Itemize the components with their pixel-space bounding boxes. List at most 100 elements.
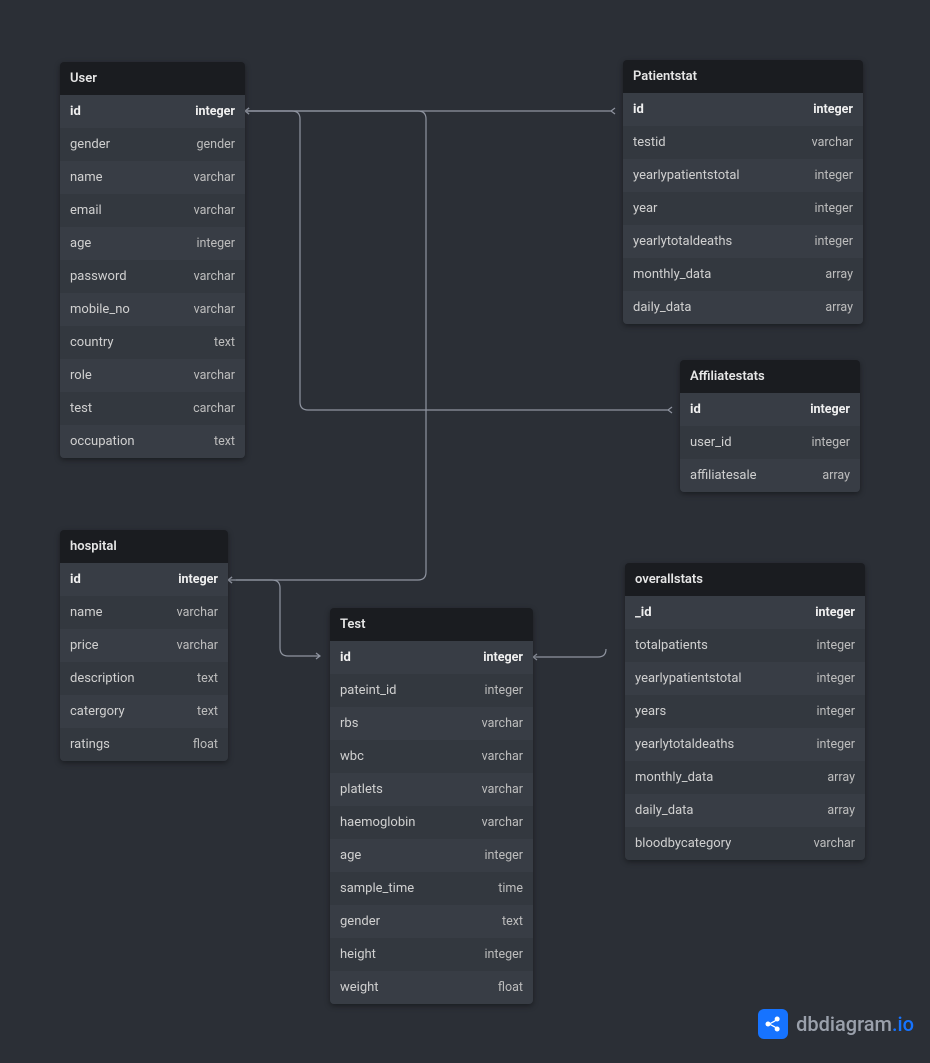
table-row[interactable]: pateint_idinteger xyxy=(330,674,533,707)
table-header[interactable]: Affiliatestats xyxy=(680,360,860,393)
table-row[interactable]: rbsvarchar xyxy=(330,707,533,740)
table-row[interactable]: monthly_dataarray xyxy=(625,761,865,794)
table-row[interactable]: affiliatesalearray xyxy=(680,459,860,492)
table-row[interactable]: ratingsfloat xyxy=(60,728,228,761)
table-row[interactable]: namevarchar xyxy=(60,161,245,194)
dbdiagram-watermark: dbdiagram.io xyxy=(758,1009,914,1039)
table-row[interactable]: passwordvarchar xyxy=(60,260,245,293)
column-name: occupation xyxy=(70,434,214,449)
column-name: rbs xyxy=(340,716,482,731)
table-row[interactable]: emailvarchar xyxy=(60,194,245,227)
column-type: text xyxy=(214,335,235,350)
table-row[interactable]: mobile_novarchar xyxy=(60,293,245,326)
table-hospital[interactable]: hospitalidintegernamevarcharpricevarchar… xyxy=(60,530,228,761)
column-name: yearlytotaldeaths xyxy=(635,737,816,752)
relation-user-to-test-and-hospital xyxy=(228,108,426,583)
column-name: description xyxy=(70,671,197,686)
table-row[interactable]: ageinteger xyxy=(60,227,245,260)
table-row[interactable]: sample_timetime xyxy=(330,872,533,905)
table-header[interactable]: Patientstat xyxy=(623,60,863,93)
table-overallstats[interactable]: overallstats_idintegertotalpatientsinteg… xyxy=(625,563,865,860)
table-row[interactable]: yearlytotaldeathsinteger xyxy=(623,225,863,258)
column-type: integer xyxy=(196,236,235,251)
table-row[interactable]: testcarchar xyxy=(60,392,245,425)
table-row[interactable]: gendergender xyxy=(60,128,245,161)
column-type: integer xyxy=(178,572,218,587)
table-row[interactable]: yearlytotaldeathsinteger xyxy=(625,728,865,761)
table-header[interactable]: Test xyxy=(330,608,533,641)
table-row[interactable]: yearsinteger xyxy=(625,695,865,728)
table-row[interactable]: user_idinteger xyxy=(680,426,860,459)
column-name: haemoglobin xyxy=(340,815,482,830)
table-row[interactable]: idinteger xyxy=(60,563,228,596)
column-type: varchar xyxy=(812,135,853,150)
table-row[interactable]: descriptiontext xyxy=(60,662,228,695)
share-icon xyxy=(758,1009,788,1039)
column-type: varchar xyxy=(177,605,218,620)
table-row[interactable]: bloodbycategoryvarchar xyxy=(625,827,865,860)
column-type: float xyxy=(498,980,523,995)
table-row[interactable]: yearlypatientstotalinteger xyxy=(623,159,863,192)
table-row[interactable]: yearlypatientstotalinteger xyxy=(625,662,865,695)
table-row[interactable]: daily_dataarray xyxy=(625,794,865,827)
column-name: price xyxy=(70,638,177,653)
table-row[interactable]: ageinteger xyxy=(330,839,533,872)
table-row[interactable]: haemoglobinvarchar xyxy=(330,806,533,839)
table-row[interactable]: _idinteger xyxy=(625,596,865,629)
table-row[interactable]: wbcvarchar xyxy=(330,740,533,773)
table-row[interactable]: idinteger xyxy=(60,95,245,128)
table-user[interactable]: Useridintegergendergendernamevarcharemai… xyxy=(60,62,245,458)
table-row[interactable]: occupationtext xyxy=(60,425,245,458)
table-row[interactable]: yearinteger xyxy=(623,192,863,225)
column-name: gender xyxy=(70,137,197,152)
table-row[interactable]: countrytext xyxy=(60,326,245,359)
table-row[interactable]: catergorytext xyxy=(60,695,228,728)
column-type: integer xyxy=(816,704,855,719)
column-type: text xyxy=(214,434,235,449)
table-patientstat[interactable]: Patientstatidintegertestidvarcharyearlyp… xyxy=(623,60,863,324)
table-test[interactable]: Testidintegerpateint_idintegerrbsvarchar… xyxy=(330,608,533,1004)
table-body: _idintegertotalpatientsintegeryearlypati… xyxy=(625,596,865,860)
table-affiliatestats[interactable]: Affiliatestatsidintegeruser_idintegeraff… xyxy=(680,360,860,492)
table-row[interactable]: totalpatientsinteger xyxy=(625,629,865,662)
table-header[interactable]: overallstats xyxy=(625,563,865,596)
table-row[interactable]: pricevarchar xyxy=(60,629,228,662)
table-row[interactable]: monthly_dataarray xyxy=(623,258,863,291)
column-name: catergory xyxy=(70,704,197,719)
brand-io: .io xyxy=(892,1012,914,1036)
table-row[interactable]: testidvarchar xyxy=(623,126,863,159)
diagram-canvas[interactable]: Useridintegergendergendernamevarcharemai… xyxy=(0,0,930,1063)
column-type: integer xyxy=(195,104,235,119)
column-name: years xyxy=(635,704,816,719)
column-name: age xyxy=(70,236,196,251)
table-row[interactable]: rolevarchar xyxy=(60,359,245,392)
column-type: varchar xyxy=(194,302,235,317)
column-name: weight xyxy=(340,980,498,995)
column-name: totalpatients xyxy=(635,638,816,653)
table-row[interactable]: platletsvarchar xyxy=(330,773,533,806)
column-type: text xyxy=(197,704,218,719)
table-header[interactable]: hospital xyxy=(60,530,228,563)
column-name: gender xyxy=(340,914,502,929)
table-row[interactable]: namevarchar xyxy=(60,596,228,629)
table-row[interactable]: idinteger xyxy=(623,93,863,126)
table-row[interactable]: idinteger xyxy=(680,393,860,426)
table-row[interactable]: daily_dataarray xyxy=(623,291,863,324)
column-type: float xyxy=(193,737,218,752)
table-row[interactable]: weightfloat xyxy=(330,971,533,1004)
column-type: integer xyxy=(484,848,523,863)
column-type: varchar xyxy=(482,749,523,764)
column-name: role xyxy=(70,368,194,383)
column-name: yearlytotaldeaths xyxy=(633,234,814,249)
column-type: gender xyxy=(197,137,235,152)
table-header[interactable]: User xyxy=(60,62,245,95)
table-row[interactable]: gendertext xyxy=(330,905,533,938)
column-type: integer xyxy=(816,737,855,752)
column-type: varchar xyxy=(482,716,523,731)
table-row[interactable]: heightinteger xyxy=(330,938,533,971)
column-name: sample_time xyxy=(340,881,498,896)
table-row[interactable]: idinteger xyxy=(330,641,533,674)
column-name: password xyxy=(70,269,194,284)
relation-test-to-overallstats xyxy=(529,649,606,660)
column-type: integer xyxy=(816,638,855,653)
